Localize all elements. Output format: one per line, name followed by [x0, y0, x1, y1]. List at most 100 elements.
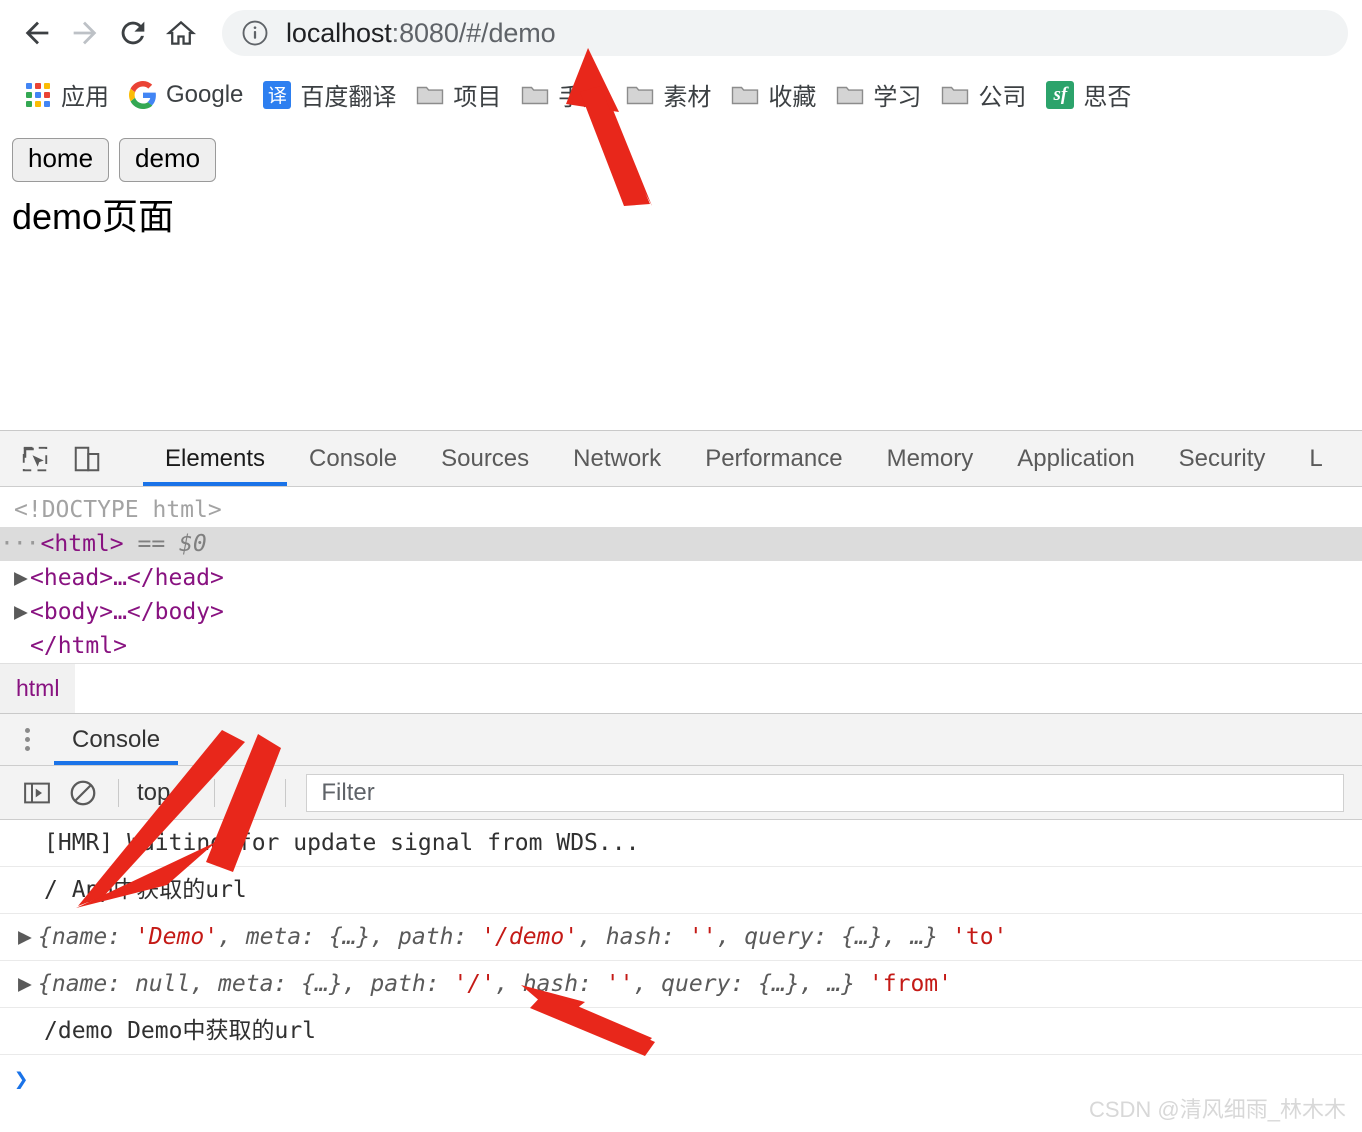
obj-part: , hash: [495, 971, 606, 997]
address-bar-path: :8080/#/demo [391, 17, 556, 48]
apps-grid-icon [24, 81, 52, 109]
bookmark-folder-shouce[interactable]: 手册 [511, 73, 616, 117]
tab-elements[interactable]: Elements [143, 431, 288, 486]
obj-part: 'Demo' [134, 924, 219, 950]
bookmark-label: Google [166, 80, 244, 108]
obj-part: '/' [453, 971, 495, 997]
collapse-dots: ··· [0, 531, 40, 557]
home-link-button[interactable]: home [12, 138, 110, 182]
obj-part: '/demo' [481, 924, 579, 950]
forward-button[interactable] [62, 10, 108, 56]
dom-line-head[interactable]: ▶<head>…</head> [0, 561, 1362, 595]
console-filter-input[interactable]: Filter [306, 773, 1344, 812]
reload-icon [121, 21, 145, 45]
tab-performance[interactable]: Performance [683, 431, 864, 486]
body-tag: <body>…</body> [30, 599, 224, 625]
clear-console-icon[interactable] [60, 770, 106, 816]
bookmark-label: 素材 [663, 84, 712, 111]
execution-context-select[interactable]: top [131, 779, 202, 807]
bookmark-label: 手册 [558, 84, 607, 111]
obj-part: null [134, 971, 191, 997]
bookmark-google[interactable]: Google [119, 73, 253, 117]
tab-label: Network [573, 444, 662, 472]
screenshot-root: localhost:8080/#/demo 应用 Google 译 百度翻译 项… [0, 0, 1362, 1132]
folder-icon [416, 81, 444, 109]
bookmark-label: 收藏 [768, 84, 817, 111]
drawer-tab-console[interactable]: Console [54, 714, 179, 765]
doctype-text: <!DOCTYPE html> [14, 497, 222, 523]
dom-line-html-close: </html> [0, 629, 1362, 663]
bookmark-label: 百度翻译 [300, 84, 397, 111]
devtools-drawer: Console top Filter [HMR] Waiting for upd… [0, 713, 1362, 1103]
log-text: /demo Demo中获取的url [44, 1018, 317, 1044]
obj-part: , hash: [578, 924, 689, 950]
obj-part: , meta: {…}, path: [190, 971, 454, 997]
tab-console[interactable]: Console [287, 431, 419, 486]
home-button[interactable] [158, 10, 204, 56]
execution-context-label: top [137, 778, 171, 806]
console-log-entry: / App中获取的url [0, 867, 1362, 914]
console-sidebar-icon[interactable] [14, 770, 60, 816]
home-icon [165, 20, 197, 45]
obj-part: '' [688, 924, 717, 950]
filter-placeholder: Filter [321, 778, 375, 806]
tab-lighthouse-truncated[interactable]: L [1287, 431, 1344, 486]
bookmark-label: 项目 [453, 84, 502, 111]
page-button-row: home demo [12, 138, 1350, 182]
bookmark-folder-xiangmu[interactable]: 项目 [406, 73, 511, 117]
bookmark-folder-gongsi[interactable]: 公司 [931, 73, 1036, 117]
expand-triangle-icon[interactable]: ▶ [18, 969, 38, 999]
obj-part: name: [51, 924, 135, 950]
folder-icon [836, 81, 864, 109]
expand-triangle-icon[interactable]: ▶ [18, 922, 38, 952]
bookmark-label: 应用 [61, 84, 109, 111]
drawer-tab-label: Console [72, 725, 161, 753]
bookmark-baidu-translate[interactable]: 译 百度翻译 [253, 73, 406, 117]
bookmark-apps[interactable]: 应用 [14, 73, 119, 117]
dom-line-html-open[interactable]: ···<html> == $0 [0, 527, 1362, 561]
console-log-list: [HMR] Waiting for update signal from WDS… [0, 820, 1362, 1103]
console-log-entry: /demo Demo中获取的url [0, 1008, 1362, 1055]
demo-link-button[interactable]: demo [119, 138, 217, 182]
console-log-object-entry[interactable]: ▶ {name: null, meta: {…}, path: '/', hash… [0, 961, 1362, 1008]
tab-label: Performance [705, 444, 843, 472]
bookmark-folder-xuexi[interactable]: 学习 [826, 73, 931, 117]
drawer-tabbar: Console [0, 714, 1362, 766]
bookmark-folder-shoucang[interactable]: 收藏 [721, 73, 826, 117]
folder-icon [521, 81, 549, 109]
log-text: [HMR] Waiting for update signal from WDS… [44, 830, 640, 856]
segmentfault-icon-text: sf [1046, 80, 1075, 109]
bookmark-segmentfault[interactable]: sf 思否 [1036, 73, 1141, 117]
tab-memory[interactable]: Memory [865, 431, 996, 486]
address-bar-url: localhost:8080/#/demo [286, 18, 556, 49]
bookmarks-bar: 应用 Google 译 百度翻译 项目 手册 素材 收藏 学习 公司 sf 思否 [0, 66, 1362, 124]
folder-icon [941, 81, 969, 109]
selected-node-marker: == $0 [137, 531, 207, 557]
address-bar[interactable]: localhost:8080/#/demo [222, 10, 1348, 56]
tab-label: Console [309, 444, 398, 472]
tab-application[interactable]: Application [995, 431, 1156, 486]
info-circle-icon[interactable] [240, 18, 270, 48]
device-toolbar-icon[interactable] [68, 440, 106, 478]
console-log-entry: [HMR] Waiting for update signal from WDS… [0, 820, 1362, 867]
tab-security[interactable]: Security [1157, 431, 1288, 486]
prompt-caret-icon: ❯ [14, 1065, 29, 1093]
expand-triangle-icon[interactable]: ▶ [14, 595, 30, 629]
tab-sources[interactable]: Sources [419, 431, 551, 486]
obj-part: , meta: {…}, path: [218, 924, 482, 950]
tab-label: Memory [886, 444, 974, 472]
chevron-down-icon [180, 787, 197, 798]
reload-button[interactable] [110, 10, 156, 56]
bookmark-folder-sucai[interactable]: 素材 [616, 73, 721, 117]
more-options-icon[interactable] [0, 714, 54, 765]
console-log-object-entry[interactable]: ▶ {name: 'Demo', meta: {…}, path: '/demo'… [0, 914, 1362, 961]
bookmark-label: 公司 [978, 84, 1027, 111]
back-button[interactable] [14, 10, 60, 56]
tab-network[interactable]: Network [551, 431, 683, 486]
dom-line-body[interactable]: ▶<body>…</body> [0, 595, 1362, 629]
obj-suffix-label: 'to' [952, 924, 1008, 950]
expand-triangle-icon[interactable]: ▶ [14, 561, 30, 595]
live-expression-icon[interactable] [227, 770, 273, 816]
breadcrumb-item-html[interactable]: html [0, 664, 76, 713]
inspect-element-icon[interactable] [16, 440, 54, 478]
